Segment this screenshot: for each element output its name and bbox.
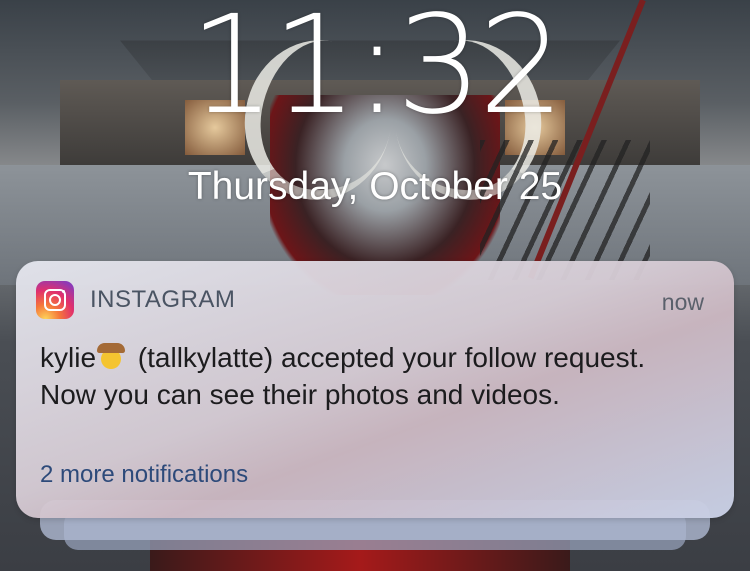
notification-timestamp: now xyxy=(661,289,704,315)
lockscreen-date: Thursday, October 25 xyxy=(187,165,563,208)
notification-username: kylie xyxy=(40,342,97,373)
notification-message-text: (tallkylatte) accepted your follow reque… xyxy=(40,342,646,410)
instagram-icon xyxy=(36,281,74,319)
notification-card[interactable]: INSTAGRAM now kylie (tallkylatte) accept… xyxy=(16,261,734,518)
more-notifications-link[interactable]: 2 more notifications xyxy=(40,461,248,489)
notification-app-name: INSTAGRAM xyxy=(90,286,236,313)
notification-message: kylie (tallkylatte) accepted your follow… xyxy=(40,339,700,413)
wallpaper-arrows xyxy=(480,140,650,280)
lockscreen-clock: 11:32 xyxy=(189,0,565,145)
cowboy-face-emoji-icon xyxy=(96,343,126,371)
